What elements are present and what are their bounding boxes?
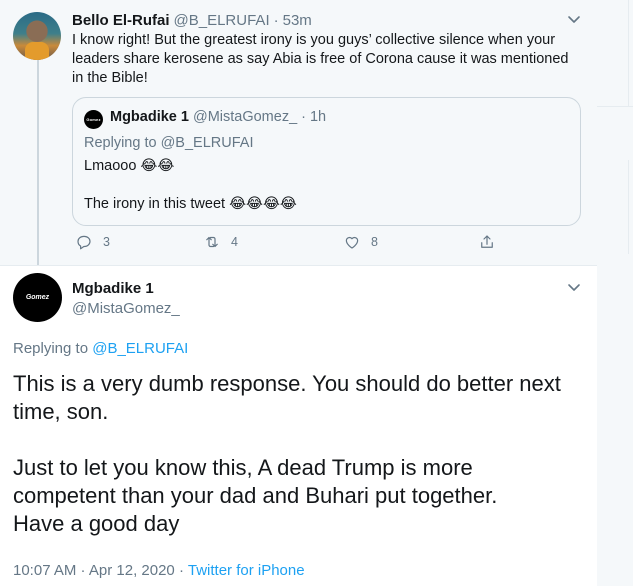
replying-to: Replying to @B_ELRUFAI bbox=[84, 135, 253, 151]
chevron-down-icon[interactable] bbox=[566, 279, 582, 295]
share-icon bbox=[478, 233, 496, 251]
reply-count: 3 bbox=[103, 235, 110, 249]
like-count: 8 bbox=[371, 235, 378, 249]
thread-line bbox=[37, 60, 39, 265]
parent-tweet[interactable]: Bello El-Rufai @B_ELRUFAI · 53m I know r… bbox=[0, 0, 597, 265]
tweet-source[interactable]: Twitter for iPhone bbox=[188, 562, 305, 579]
tweet-time: 1h bbox=[309, 109, 327, 125]
retweet-icon bbox=[203, 233, 221, 251]
avatar[interactable]: Gomez bbox=[13, 273, 62, 322]
tweet-meta: 10:07 AM · Apr 12, 2020 · Twitter for iP… bbox=[13, 562, 305, 579]
quoted-tweet-header: Mgbadike 1 @MistaGomez_ · 1h bbox=[110, 109, 326, 125]
tweet-text-line: Just to let you know this, A dead Trump … bbox=[13, 455, 473, 480]
retweet-button[interactable]: 4 bbox=[203, 233, 238, 251]
heart-icon bbox=[343, 233, 361, 251]
tweet-text: This is a very dumb response. You should… bbox=[13, 370, 593, 538]
tweet-time[interactable]: 53m bbox=[283, 12, 312, 29]
quoted-tweet[interactable]: Gomez Mgbadike 1 @MistaGomez_ · 1h Reply… bbox=[72, 97, 581, 226]
share-button[interactable] bbox=[478, 233, 496, 251]
separator-dot: · bbox=[178, 562, 184, 579]
tweet-text-line: I know right! But the greatest irony is … bbox=[72, 32, 556, 48]
reply-icon bbox=[75, 233, 93, 251]
tweet-header: Bello El-Rufai @B_ELRUFAI · 53m bbox=[72, 10, 312, 30]
replying-to: Replying to @B_ELRUFAI bbox=[13, 340, 188, 357]
author-handle[interactable]: @B_ELRUFAI bbox=[174, 12, 270, 29]
quoted-text-line: The irony in this tweet 😂😂😂😂 bbox=[84, 196, 297, 212]
tweet-timestamp[interactable]: 10:07 AM · Apr 12, 2020 bbox=[13, 562, 175, 579]
sidebar-edge bbox=[597, 0, 633, 586]
separator-dot: · bbox=[301, 109, 306, 125]
tweet-text-line: leaders share kerosene as say Abia is fr… bbox=[72, 51, 569, 67]
author-handle: @MistaGomez_ bbox=[192, 109, 298, 125]
replying-mention: @B_ELRUFAI bbox=[160, 135, 254, 151]
tweet-actions: 3 4 8 bbox=[72, 233, 587, 255]
avatar: Gomez bbox=[84, 110, 103, 129]
tweet-text-line: in the Bible! bbox=[72, 70, 148, 86]
chevron-down-icon[interactable] bbox=[566, 11, 582, 27]
divider bbox=[0, 265, 597, 266]
tweet-text: I know right! But the greatest irony is … bbox=[72, 31, 587, 88]
tweet-text-line: This is a very dumb response. You should… bbox=[13, 371, 561, 396]
separator-dot: · bbox=[273, 11, 279, 29]
author-handle[interactable]: @MistaGomez_ bbox=[72, 300, 180, 317]
author-name[interactable]: Bello El-Rufai bbox=[72, 12, 170, 29]
tweet-text-line: competent than your dad and Buhari put t… bbox=[13, 483, 498, 508]
author-name: Mgbadike 1 bbox=[110, 109, 189, 125]
avatar[interactable] bbox=[13, 12, 61, 60]
quoted-text-line: Lmaooo 😂😂 bbox=[84, 158, 175, 174]
tweet-text-line: time, son. bbox=[13, 399, 109, 424]
tweet-text-line: Have a good day bbox=[13, 511, 180, 536]
author-name[interactable]: Mgbadike 1 bbox=[72, 280, 154, 297]
timeline: Bello El-Rufai @B_ELRUFAI · 53m I know r… bbox=[0, 0, 597, 586]
reply-button[interactable]: 3 bbox=[75, 233, 110, 251]
like-button[interactable]: 8 bbox=[343, 233, 378, 251]
replying-prefix: Replying to bbox=[13, 340, 89, 357]
replying-mention[interactable]: @B_ELRUFAI bbox=[92, 340, 188, 357]
retweet-count: 4 bbox=[231, 235, 238, 249]
replying-prefix: Replying to bbox=[84, 135, 157, 151]
